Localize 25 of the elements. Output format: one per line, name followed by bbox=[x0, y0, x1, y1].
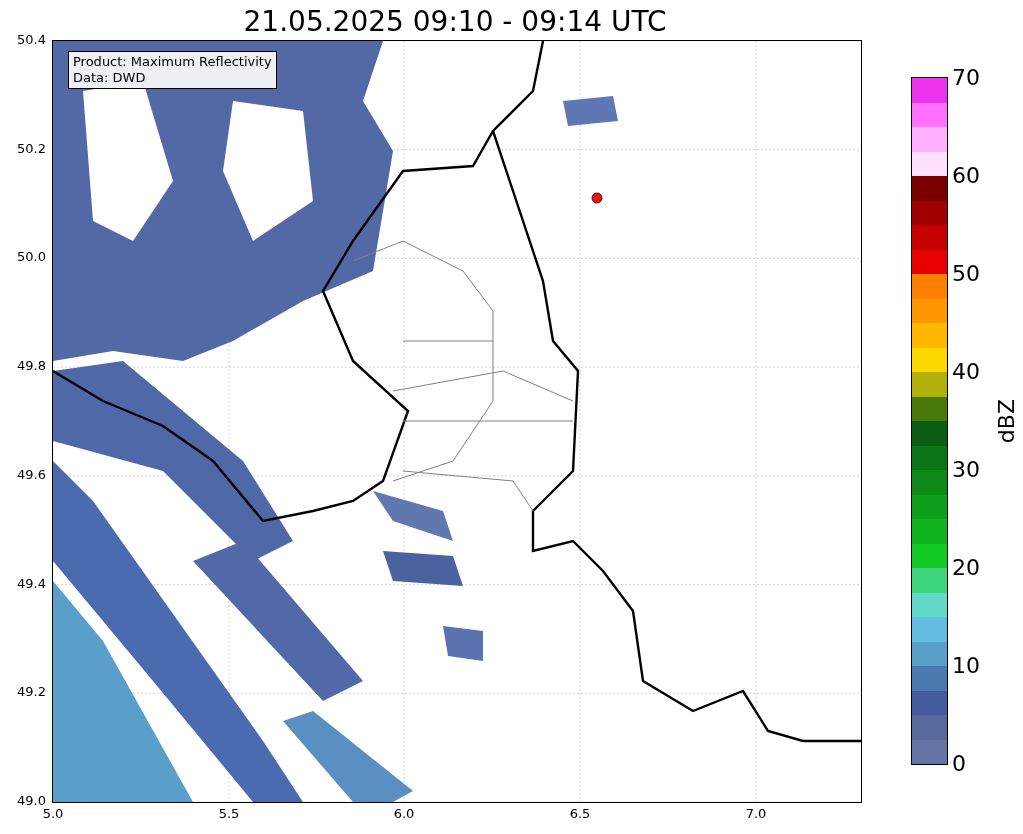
x-tick-label: 7.0 bbox=[745, 806, 767, 822]
x-tick-label: 5.5 bbox=[218, 806, 240, 822]
x-tick-label: 6.5 bbox=[569, 806, 591, 822]
legend-text: Data: DWD bbox=[73, 70, 147, 86]
x-tick-label: 6.0 bbox=[393, 806, 415, 822]
y-tick-label: 49.6 bbox=[17, 466, 46, 483]
legend-text: Product: Maximum Reflectivity bbox=[73, 54, 272, 70]
colorbar-tick-label: 30 bbox=[952, 457, 980, 483]
colorbar-tick-label: 0 bbox=[952, 751, 966, 777]
chart-title: 21.05.2025 09:10 - 09:14 UTC bbox=[243, 4, 667, 40]
y-tick-label: 49.2 bbox=[17, 684, 46, 701]
colorbar-tick-label: 50 bbox=[952, 261, 980, 287]
y-tick-label: 49.8 bbox=[17, 358, 46, 375]
colorbar-tick-label: 10 bbox=[952, 653, 980, 679]
y-tick-label: 49.4 bbox=[17, 575, 46, 592]
colorbar-tick-label: 20 bbox=[952, 555, 980, 581]
colorbar-label: dBZ bbox=[993, 398, 1020, 444]
y-tick-label: 50.0 bbox=[17, 249, 46, 266]
colorbar-tick-label: 70 bbox=[952, 65, 980, 91]
x-tick-label: 5.0 bbox=[42, 806, 64, 822]
colorbar-tick-label: 40 bbox=[952, 359, 980, 385]
y-tick-label: 49.0 bbox=[17, 793, 46, 809]
y-tick-label: 50.4 bbox=[17, 32, 46, 48]
colorbar-tick-label: 60 bbox=[952, 163, 980, 189]
y-tick-label: 50.2 bbox=[17, 140, 46, 157]
